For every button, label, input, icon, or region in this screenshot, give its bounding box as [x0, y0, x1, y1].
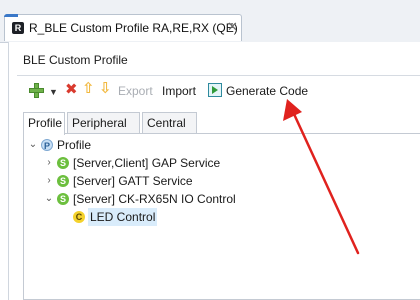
tree-row-led-control[interactable]: C LED Control: [73, 208, 173, 226]
close-icon[interactable]: ✕: [227, 19, 238, 35]
add-dropdown-icon[interactable]: ▼: [49, 83, 58, 101]
collapse-chevron-icon[interactable]: ›: [44, 154, 54, 172]
section-title: BLE Custom Profile: [23, 53, 128, 67]
profile-tree: ⌄ P Profile › S [Server,Client] GAP Serv…: [23, 133, 420, 300]
profile-toolbar: ▼ ✖ ⇧ ⇩ Export Import Generate Code: [17, 80, 417, 102]
tree-row-label-selected: LED Control: [88, 208, 158, 226]
editor-tab-strip: R R_BLE Custom Profile RA,RE,RX (QE) ✕: [0, 0, 420, 43]
section-divider: [17, 75, 420, 76]
generate-code-button[interactable]: Generate Code: [226, 82, 308, 100]
expand-chevron-icon[interactable]: ⌄: [28, 136, 38, 154]
characteristic-node-icon: C: [73, 211, 85, 223]
tree-row-label: Profile: [57, 138, 92, 152]
tree-row-label: [Server,Client] GAP Service: [73, 156, 221, 170]
service-node-icon: S: [57, 175, 69, 187]
tab-central[interactable]: Central: [142, 112, 197, 134]
service-node-icon: S: [57, 193, 69, 205]
add-icon[interactable]: [29, 83, 44, 98]
profile-node-icon: P: [41, 139, 53, 151]
service-node-icon: S: [57, 157, 69, 169]
delete-icon[interactable]: ✖: [65, 81, 78, 99]
collapse-chevron-icon[interactable]: ›: [44, 172, 54, 190]
tab-profile[interactable]: Profile: [23, 112, 65, 135]
tree-row-io-control-service[interactable]: ⌄ S [Server] CK-RX65N IO Control: [44, 190, 404, 208]
generate-code-icon[interactable]: [208, 83, 222, 97]
tree-row-gap-service[interactable]: › S [Server,Client] GAP Service: [44, 154, 404, 172]
import-button[interactable]: Import: [162, 82, 196, 100]
tab-peripheral[interactable]: Peripheral: [67, 112, 140, 134]
move-down-icon[interactable]: ⇩: [99, 80, 112, 98]
expand-chevron-icon[interactable]: ⌄: [44, 190, 54, 208]
editor-tab[interactable]: R R_BLE Custom Profile RA,RE,RX (QE) ✕: [4, 14, 242, 41]
active-tab-accent: [4, 14, 18, 17]
tree-row-label: [Server] CK-RX65N IO Control: [73, 192, 236, 206]
qe-app-icon: R: [12, 22, 24, 34]
move-up-icon[interactable]: ⇧: [82, 80, 95, 98]
tree-row-label: [Server] GATT Service: [73, 174, 193, 188]
editor-tab-title: R_BLE Custom Profile RA,RE,RX (QE): [29, 21, 238, 35]
tree-row-gatt-service[interactable]: › S [Server] GATT Service: [44, 172, 404, 190]
tree-row-profile[interactable]: ⌄ P Profile: [28, 136, 408, 154]
editor-body: BLE Custom Profile ▼ ✖ ⇧ ⇩ Export Import…: [8, 42, 420, 300]
export-button[interactable]: Export: [118, 82, 153, 100]
